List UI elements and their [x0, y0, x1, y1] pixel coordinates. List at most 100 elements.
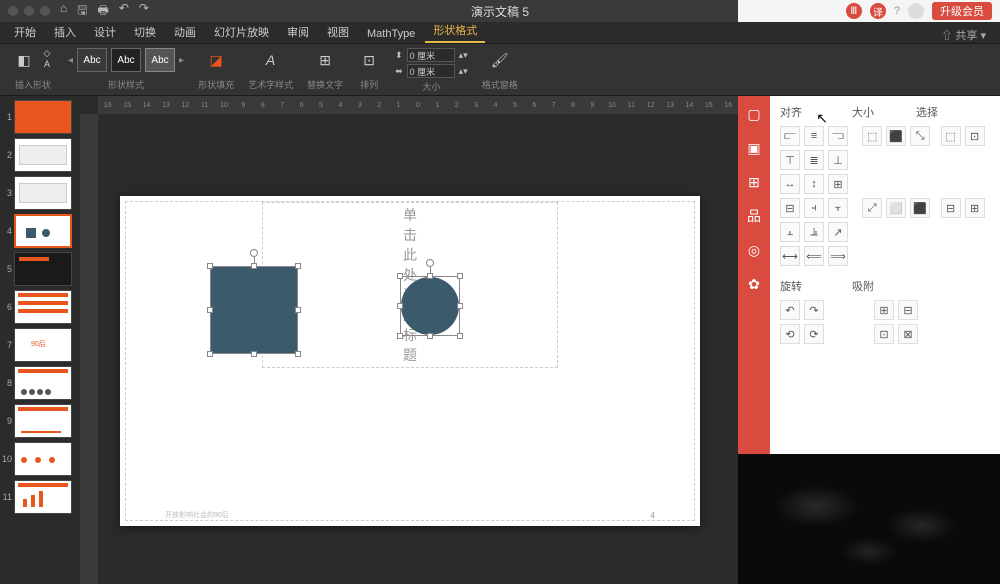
undo-icon[interactable]: ↶: [119, 1, 129, 22]
thumb-8[interactable]: [14, 366, 72, 400]
thumb-10[interactable]: [14, 442, 72, 476]
resize-handle[interactable]: [397, 273, 403, 279]
resize-handle[interactable]: [251, 351, 257, 357]
upgrade-button[interactable]: 升级会员: [932, 2, 992, 20]
align-btn-11[interactable]: ⫟: [828, 198, 848, 218]
share-button[interactable]: ⇧ 共享 ▾: [941, 27, 986, 43]
align-btn-14[interactable]: ↗: [828, 222, 848, 242]
save-icon[interactable]: 🖫: [77, 1, 87, 22]
align-btn-17[interactable]: ⟹: [828, 246, 848, 266]
size-btn-4[interactable]: ⬜: [886, 198, 906, 218]
select-btn-0[interactable]: ⬚: [941, 126, 961, 146]
thumb-11[interactable]: [14, 480, 72, 514]
tab-view[interactable]: 视图: [319, 21, 357, 43]
redo-icon[interactable]: ↷: [139, 1, 149, 22]
align-btn-12[interactable]: ⫠: [780, 222, 800, 242]
select-btn-2[interactable]: ⊟: [941, 198, 961, 218]
resize-handle[interactable]: [207, 351, 213, 357]
style-preset-3[interactable]: Abc: [145, 48, 175, 72]
badge-2-icon[interactable]: 译: [870, 3, 886, 19]
thumb-5[interactable]: [14, 252, 72, 286]
thumb-3[interactable]: [14, 176, 72, 210]
rotate-btn-2[interactable]: ⟲: [780, 324, 800, 344]
panel-icon-3[interactable]: ⊞: [744, 172, 764, 192]
align-btn-9[interactable]: ⊟: [780, 198, 800, 218]
resize-handle[interactable]: [427, 333, 433, 339]
minimize-icon[interactable]: [24, 6, 34, 16]
avatar[interactable]: [908, 3, 924, 19]
panel-icon-6[interactable]: ✿: [744, 274, 764, 294]
format-pane-icon[interactable]: 🖌: [488, 48, 512, 72]
panel-icon-1[interactable]: ▢: [744, 104, 764, 124]
tab-slideshow[interactable]: 幻灯片放映: [206, 21, 277, 43]
resize-handle[interactable]: [427, 273, 433, 279]
home-icon[interactable]: ⌂: [60, 1, 67, 22]
select-btn-1[interactable]: ⊡: [965, 126, 985, 146]
align-btn-3[interactable]: ⊤: [780, 150, 800, 170]
snap-btn-1[interactable]: ⊟: [898, 300, 918, 320]
resize-handle[interactable]: [295, 351, 301, 357]
style-preset-2[interactable]: Abc: [111, 48, 141, 72]
resize-handle[interactable]: [207, 307, 213, 313]
tab-home[interactable]: 开始: [6, 21, 44, 43]
align-btn-4[interactable]: ≣: [804, 150, 824, 170]
align-btn-13[interactable]: ⫡: [804, 222, 824, 242]
thumb-4[interactable]: [14, 214, 72, 248]
snap-btn-0[interactable]: ⊞: [874, 300, 894, 320]
align-btn-0[interactable]: ⫍: [780, 126, 800, 146]
align-btn-2[interactable]: ⫎: [828, 126, 848, 146]
width-input[interactable]: [407, 64, 455, 78]
panel-icon-2[interactable]: ▣: [744, 138, 764, 158]
align-btn-7[interactable]: ↕: [804, 174, 824, 194]
edit-shape-icon[interactable]: ◇: [40, 48, 54, 58]
rotate-btn-3[interactable]: ⟳: [804, 324, 824, 344]
thumb-7[interactable]: 90后: [14, 328, 72, 362]
fullscreen-icon[interactable]: [40, 6, 50, 16]
stepper-icon[interactable]: ▴▾: [459, 50, 468, 61]
align-btn-16[interactable]: ⟸: [804, 246, 824, 266]
resize-handle[interactable]: [397, 333, 403, 339]
thumb-1[interactable]: [14, 100, 72, 134]
slide-canvas[interactable]: 1615141312111098765432101234567891011121…: [80, 96, 738, 584]
align-btn-6[interactable]: ↔: [780, 174, 800, 194]
tab-shape-format[interactable]: 形状格式: [425, 19, 485, 43]
resize-handle[interactable]: [207, 263, 213, 269]
tab-transitions[interactable]: 切换: [126, 21, 164, 43]
size-btn-1[interactable]: ⬛: [886, 126, 906, 146]
rotate-handle-icon[interactable]: [426, 259, 434, 267]
tab-design[interactable]: 设计: [86, 21, 124, 43]
resize-handle[interactable]: [251, 263, 257, 269]
badge-1-icon[interactable]: Ⅲ: [846, 3, 862, 19]
snap-btn-3[interactable]: ⊠: [898, 324, 918, 344]
resize-handle[interactable]: [397, 303, 403, 309]
style-preset-1[interactable]: Abc: [77, 48, 107, 72]
window-controls[interactable]: [8, 6, 50, 16]
select-btn-3[interactable]: ⊞: [965, 198, 985, 218]
slide-thumbnails[interactable]: 1 2 3 4 5 6 790后 8 9 10 11: [0, 96, 80, 584]
size-btn-2[interactable]: ⤡: [910, 126, 930, 146]
rotate-btn-1[interactable]: ↷: [804, 300, 824, 320]
rotate-handle-icon[interactable]: [250, 249, 258, 257]
panel-icon-4[interactable]: 品: [744, 206, 764, 226]
size-btn-0[interactable]: ⬚: [862, 126, 882, 146]
panel-icon-5[interactable]: ◎: [744, 240, 764, 260]
alt-text-icon[interactable]: ⊞: [313, 48, 337, 72]
size-btn-3[interactable]: ⤢: [862, 198, 882, 218]
align-btn-1[interactable]: ≡: [804, 126, 824, 146]
circle-shape[interactable]: [400, 276, 460, 336]
resize-handle[interactable]: [295, 307, 301, 313]
arrange-icon[interactable]: ⊡: [357, 48, 381, 72]
style-next-icon[interactable]: ▸: [179, 55, 184, 66]
align-btn-10[interactable]: ⫞: [804, 198, 824, 218]
thumb-2[interactable]: [14, 138, 72, 172]
print-icon[interactable]: 🖶: [97, 1, 108, 22]
thumb-9[interactable]: [14, 404, 72, 438]
tab-mathtype[interactable]: MathType: [359, 25, 423, 43]
resize-handle[interactable]: [457, 333, 463, 339]
align-btn-5[interactable]: ⊥: [828, 150, 848, 170]
text-box-icon[interactable]: A: [40, 59, 54, 69]
resize-handle[interactable]: [457, 303, 463, 309]
rotate-btn-0[interactable]: ↶: [780, 300, 800, 320]
tab-animations[interactable]: 动画: [166, 21, 204, 43]
wordart-icon[interactable]: A: [259, 48, 283, 72]
